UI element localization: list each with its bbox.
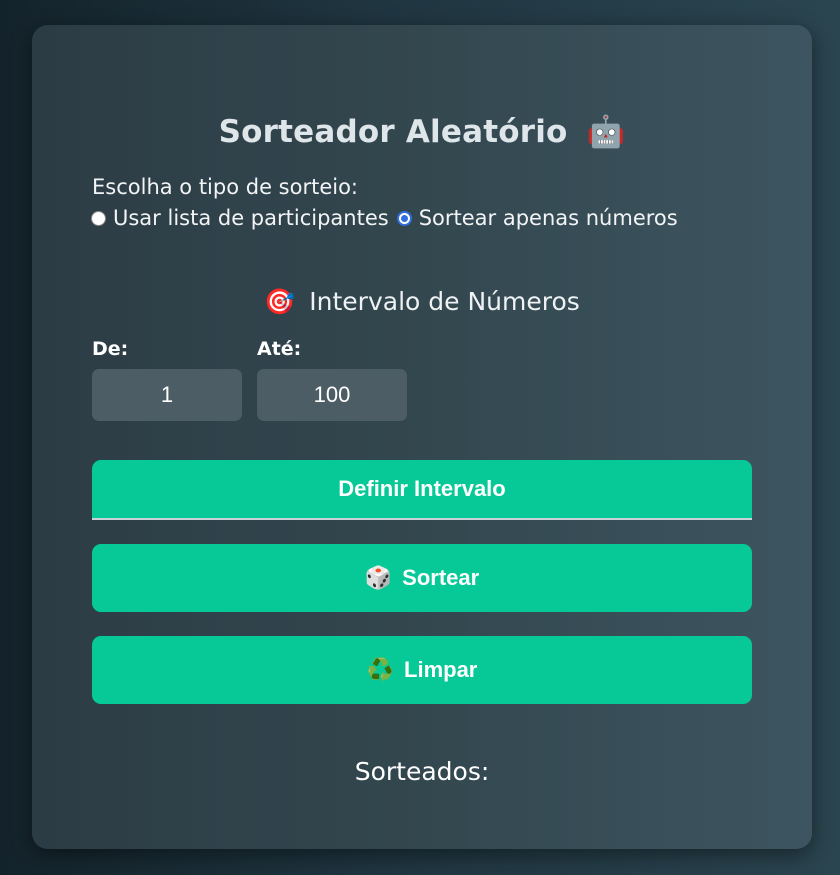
radio-participant-list[interactable] xyxy=(91,210,106,226)
target-icon: 🎯 xyxy=(264,287,296,316)
from-label: De: xyxy=(92,338,129,360)
recycle-icon: ♻️ xyxy=(366,657,395,682)
raffle-card: Sorteador Aleatório 🤖 Escolha o tipo de … xyxy=(32,25,812,849)
radio-numbers-only[interactable] xyxy=(396,210,412,226)
define-button-underline xyxy=(92,518,752,520)
radio-numbers-only-label[interactable]: Sortear apenas números xyxy=(419,206,678,230)
range-section-title-text: Intervalo de Números xyxy=(309,287,580,316)
draw-button-label: Sortear xyxy=(402,565,480,590)
clear-button-label: Limpar xyxy=(404,657,478,682)
draw-type-options: Usar lista de participantes Sortear apen… xyxy=(91,206,686,230)
clear-button[interactable]: ♻️ Limpar xyxy=(92,636,752,704)
drawn-results-label: Sorteados: xyxy=(354,757,490,786)
to-label: Até: xyxy=(257,338,302,360)
to-input[interactable] xyxy=(257,369,407,421)
robot-icon: 🤖 xyxy=(586,114,626,150)
radio-participant-list-label[interactable]: Usar lista de participantes xyxy=(113,206,389,230)
dice-icon: 🎲 xyxy=(364,565,393,590)
page-title: Sorteador Aleatório 🤖 xyxy=(32,113,812,150)
range-section-title: 🎯 Intervalo de Números xyxy=(32,287,812,317)
draw-type-label: Escolha o tipo de sorteio: xyxy=(92,175,358,199)
page-title-text: Sorteador Aleatório xyxy=(218,114,568,150)
define-range-button-label: Definir Intervalo xyxy=(338,476,506,501)
from-input[interactable] xyxy=(92,369,242,421)
define-range-button[interactable]: Definir Intervalo xyxy=(92,460,752,518)
draw-button[interactable]: 🎲 Sortear xyxy=(92,544,752,612)
